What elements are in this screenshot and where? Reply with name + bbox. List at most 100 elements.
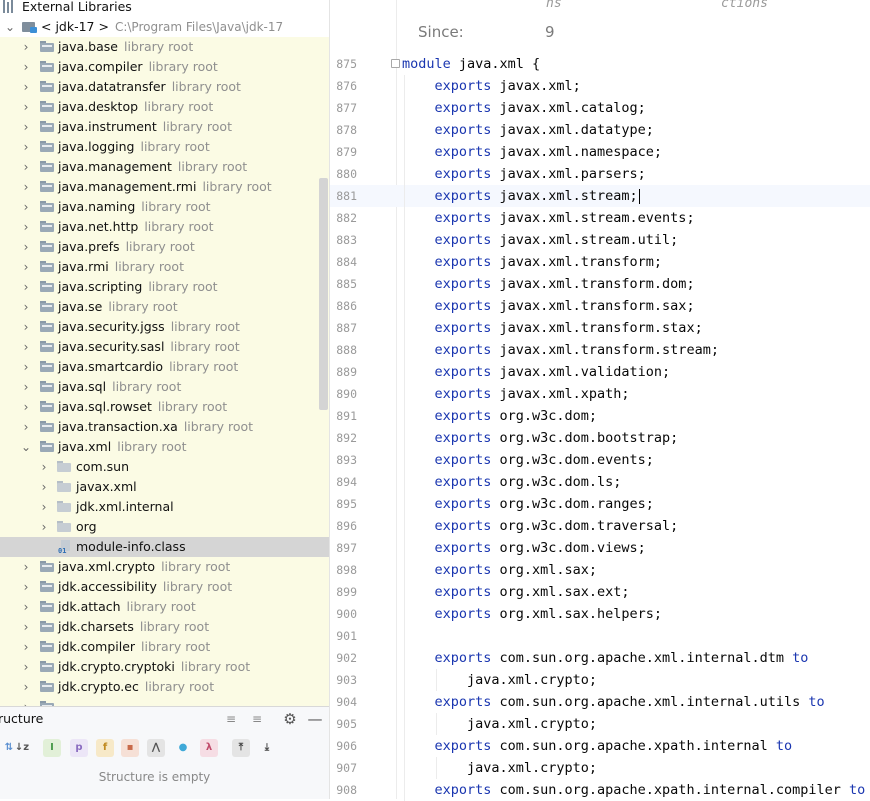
chevron-right-icon[interactable]: › — [20, 217, 32, 237]
tree-node[interactable]: › jdk.crypto.ec library root — [0, 677, 329, 697]
tree-node[interactable]: › java.naming library root — [0, 197, 329, 217]
tree-node[interactable]: › java.net.http library root — [0, 217, 329, 237]
tree-node[interactable]: › jdk.compiler library root — [0, 637, 329, 657]
code-line[interactable]: 901 — [330, 625, 870, 647]
code-line[interactable]: 889 exports javax.xml.validation; — [330, 361, 870, 383]
tree-node[interactable]: › org — [0, 517, 329, 537]
chevron-right-icon[interactable]: › — [20, 417, 32, 437]
tree-node[interactable]: › — [0, 697, 329, 706]
code-line[interactable]: 896 exports org.w3c.dom.traversal; — [330, 515, 870, 537]
tree-node[interactable]: › java.scripting library root — [0, 277, 329, 297]
code-line[interactable]: 893 exports org.w3c.dom.events; — [330, 449, 870, 471]
code-line[interactable]: 905 java.xml.crypto; — [330, 713, 870, 735]
tree-node[interactable]: › jdk.xml.internal — [0, 497, 329, 517]
code-line[interactable]: 891 exports org.w3c.dom; — [330, 405, 870, 427]
tree-node[interactable]: › java.prefs library root — [0, 237, 329, 257]
show-lambdas-icon[interactable]: ⋀ — [147, 739, 165, 757]
tree-node[interactable]: External Libraries — [0, 0, 329, 17]
tree-node[interactable]: › java.rmi library root — [0, 257, 329, 277]
code-line[interactable]: 881 exports javax.xml.stream; — [330, 185, 870, 207]
tree-node[interactable]: › com.sun — [0, 457, 329, 477]
code-line[interactable]: 906 exports com.sun.org.apache.xpath.inte… — [330, 735, 870, 757]
chevron-right-icon[interactable]: › — [20, 277, 32, 297]
chevron-right-icon[interactable]: › — [20, 297, 32, 317]
chevron-right-icon[interactable]: › — [20, 177, 32, 197]
chevron-right-icon[interactable]: › — [20, 597, 32, 617]
chevron-right-icon[interactable]: › — [20, 557, 32, 577]
code-line[interactable]: 904 exports com.sun.org.apache.xml.intern… — [330, 691, 870, 713]
sort-alpha-icon[interactable]: ↓z — [13, 739, 31, 757]
tree-node[interactable]: › java.compiler library root — [0, 57, 329, 77]
tree-node[interactable]: › java.security.jgss library root — [0, 317, 329, 337]
show-fields-icon[interactable]: f — [96, 739, 114, 757]
chevron-right-icon[interactable]: › — [20, 337, 32, 357]
code-line[interactable]: 898 exports org.xml.sax; — [330, 559, 870, 581]
tree-node[interactable]: › java.security.sasl library root — [0, 337, 329, 357]
show-anonymous-icon[interactable]: ● — [174, 739, 192, 757]
code-line[interactable]: 888 exports javax.xml.transform.stream; — [330, 339, 870, 361]
code-line[interactable]: 884 exports javax.xml.transform; — [330, 251, 870, 273]
code-line[interactable]: 878 exports javax.xml.datatype; — [330, 119, 870, 141]
chevron-right-icon[interactable]: › — [20, 197, 32, 217]
tree-node[interactable]: › java.instrument library root — [0, 117, 329, 137]
tree-node[interactable]: › java.desktop library root — [0, 97, 329, 117]
chevron-right-icon[interactable]: › — [20, 377, 32, 397]
tree-node[interactable]: › java.xml.crypto library root — [0, 557, 329, 577]
chevron-right-icon[interactable]: › — [20, 637, 32, 657]
code-line[interactable]: 907 java.xml.crypto; — [330, 757, 870, 779]
chevron-right-icon[interactable]: › — [20, 657, 32, 677]
code-line[interactable]: 903 java.xml.crypto; — [330, 669, 870, 691]
autoscroll-from-source-icon[interactable]: ⤓ — [258, 739, 276, 757]
chevron-right-icon[interactable]: › — [20, 317, 32, 337]
tree-node[interactable]: › java.smartcardio library root — [0, 357, 329, 377]
code-line[interactable]: 908 exports com.sun.org.apache.xpath.inte… — [330, 779, 870, 801]
code-line[interactable]: 895 exports org.w3c.dom.ranges; — [330, 493, 870, 515]
tree-node[interactable]: › java.se library root — [0, 297, 329, 317]
autoscroll-to-source-icon[interactable]: ⤒ — [232, 739, 250, 757]
chevron-right-icon[interactable]: › — [20, 157, 32, 177]
code-line[interactable]: 882 exports javax.xml.stream.events; — [330, 207, 870, 229]
tree-node[interactable]: ⌄ < jdk-17 > C:\Program Files\Java\jdk-17 — [0, 17, 329, 37]
hide-icon[interactable]: — — [307, 711, 323, 727]
tree-node[interactable]: › java.base library root — [0, 37, 329, 57]
tree-node[interactable]: › java.logging library root — [0, 137, 329, 157]
show-inherited-icon[interactable]: I — [43, 739, 61, 757]
chevron-right-icon[interactable]: › — [20, 697, 32, 706]
tree-node[interactable]: › java.management library root — [0, 157, 329, 177]
tree-node[interactable]: › jdk.accessibility library root — [0, 577, 329, 597]
chevron-right-icon[interactable]: › — [20, 117, 32, 137]
chevron-down-icon[interactable]: ⌄ — [20, 437, 32, 457]
tree-node[interactable]: › jdk.charsets library root — [0, 617, 329, 637]
chevron-right-icon[interactable]: › — [38, 497, 50, 517]
chevron-right-icon[interactable]: › — [20, 397, 32, 417]
show-lambda-icon[interactable]: λ — [200, 739, 218, 757]
tree-node[interactable]: ⌄ java.xml library root — [0, 437, 329, 457]
gear-icon[interactable]: ⚙ — [282, 711, 298, 727]
code-line[interactable]: 883 exports javax.xml.stream.util; — [330, 229, 870, 251]
tree-node[interactable]: › java.sql library root — [0, 377, 329, 397]
chevron-right-icon[interactable]: › — [20, 137, 32, 157]
code-line[interactable]: 899 exports org.xml.sax.ext; — [330, 581, 870, 603]
tree-scrollbar-thumb[interactable] — [319, 178, 328, 410]
code-line[interactable]: 875 module java.xml { — [330, 53, 870, 75]
code-line[interactable]: 900 exports org.xml.sax.helpers; — [330, 603, 870, 625]
code-line[interactable]: 897 exports org.w3c.dom.views; — [330, 537, 870, 559]
code-line[interactable]: 877 exports javax.xml.catalog; — [330, 97, 870, 119]
chevron-down-icon[interactable]: ⌄ — [4, 17, 16, 37]
code-line[interactable]: 887 exports javax.xml.transform.stax; — [330, 317, 870, 339]
tree-node[interactable]: › java.sql.rowset library root — [0, 397, 329, 417]
code-line[interactable]: 885 exports javax.xml.transform.dom; — [330, 273, 870, 295]
tree-node[interactable]: › javax.xml — [0, 477, 329, 497]
chevron-right-icon[interactable]: › — [20, 57, 32, 77]
code-line[interactable]: 879 exports javax.xml.namespace; — [330, 141, 870, 163]
chevron-right-icon[interactable]: › — [20, 357, 32, 377]
collapse-all-icon[interactable]: ≡ — [249, 711, 265, 727]
chevron-right-icon[interactable]: › — [38, 477, 50, 497]
code-editor[interactable]: 875 module java.xml {876 exports javax.xml… — [329, 0, 870, 801]
tree-node[interactable]: 01 module-info.class — [0, 537, 329, 557]
chevron-right-icon[interactable]: › — [20, 617, 32, 637]
chevron-right-icon[interactable]: › — [20, 77, 32, 97]
tree-node[interactable]: › java.transaction.xa library root — [0, 417, 329, 437]
tree-node[interactable]: › java.datatransfer library root — [0, 77, 329, 97]
code-line[interactable]: 886 exports javax.xml.transform.sax; — [330, 295, 870, 317]
